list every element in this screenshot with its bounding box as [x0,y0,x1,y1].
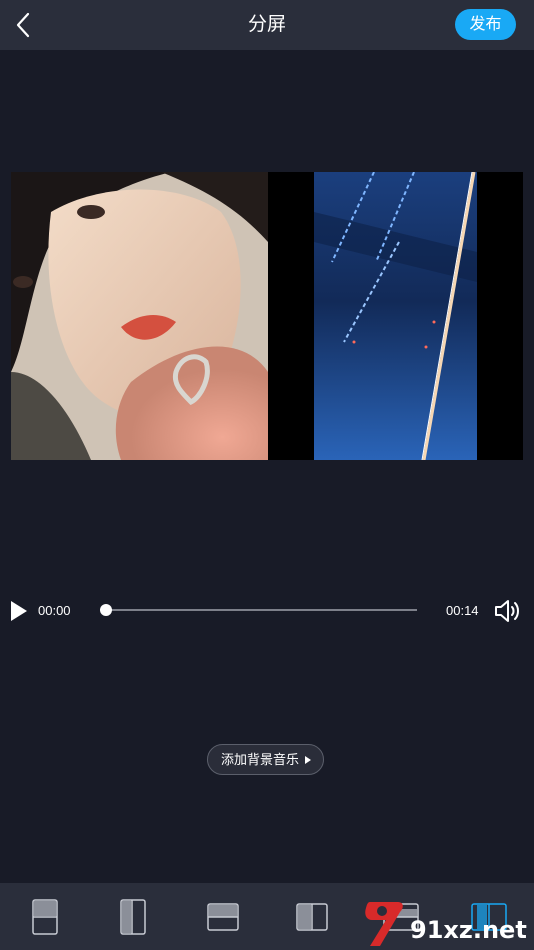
total-time: 00:14 [446,603,479,618]
top-bar: 分屏 发布 [0,0,534,50]
layout-horizontal-split-icon[interactable] [207,903,239,931]
watermark-mark-icon [365,902,403,946]
seek-handle[interactable] [100,604,112,616]
page-title: 分屏 [247,14,286,35]
seek-bar[interactable] [105,609,417,611]
video-preview[interactable] [11,172,523,460]
layout-top-bottom-icon[interactable] [32,899,58,935]
layout-side-by-side-icon[interactable] [120,899,146,935]
publish-button[interactable]: 发布 [455,9,516,40]
watermark-logo: 91xz.net [358,890,534,950]
volume-icon[interactable] [493,598,521,624]
layout-vertical-split-icon[interactable] [296,903,328,931]
chevron-right-icon [305,756,311,764]
layout-toolbar: 91xz.net [0,883,534,950]
left-clip-thumbnail [11,172,268,460]
current-time: 00:00 [38,603,71,618]
add-music-label: 添加背景音乐 [221,752,300,767]
watermark-text: 91xz.net [410,916,527,944]
add-background-music-button[interactable]: 添加背景音乐 [207,744,324,775]
playback-controls: 00:00 00:14 [0,590,534,630]
right-clip-thumbnail [314,172,477,460]
play-icon[interactable] [9,600,29,622]
